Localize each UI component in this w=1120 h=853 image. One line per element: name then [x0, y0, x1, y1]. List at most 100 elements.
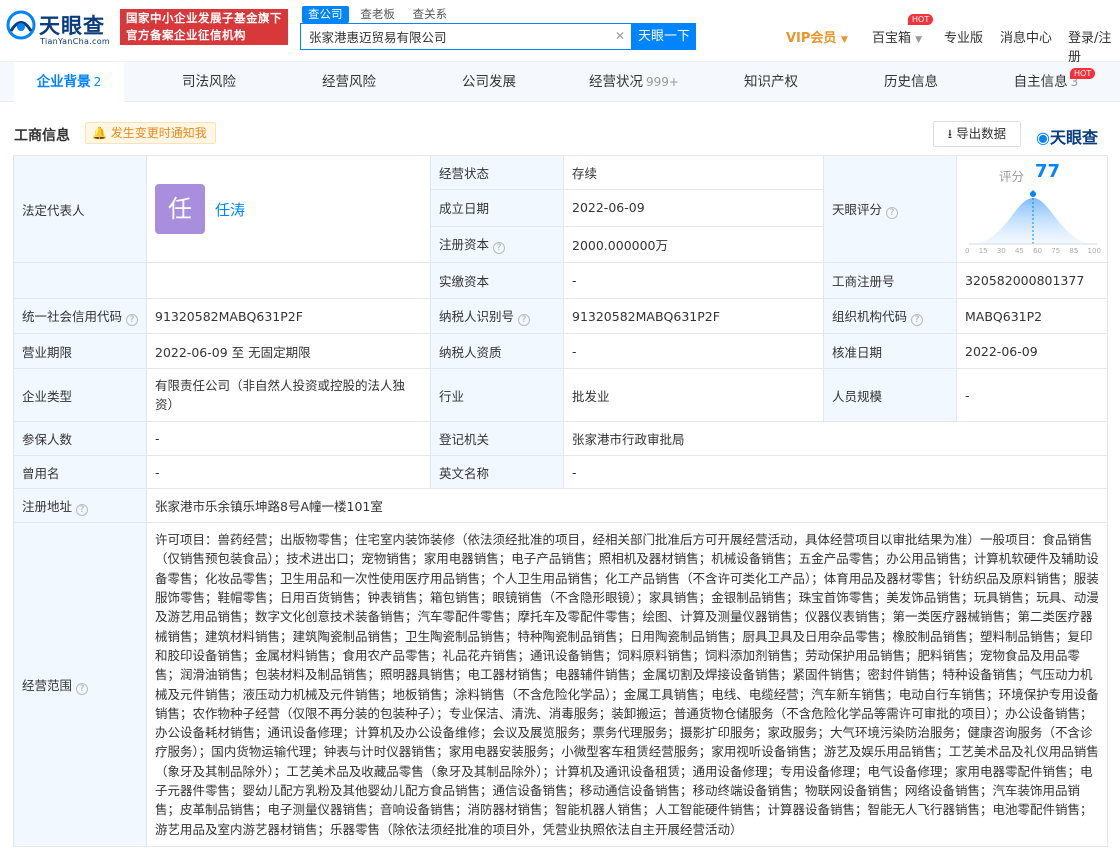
- search-tab-relation[interactable]: 查关系: [407, 6, 454, 23]
- search-tab-boss[interactable]: 查老板: [354, 6, 401, 23]
- help-icon[interactable]: ?: [493, 242, 506, 255]
- eye-icon: ◉: [1036, 128, 1050, 147]
- score-value: 77: [1035, 161, 1061, 182]
- reg-capital-label-cell: 注册资本?: [430, 225, 564, 264]
- table-row: 参保人数 - 登记机关 张家港市行政审批局: [13, 421, 1108, 456]
- credit-code-value: 91320582MABQ631P2F: [146, 298, 431, 334]
- tick-label: 100: [1087, 247, 1101, 255]
- export-data-button[interactable]: ⭳ 导出数据: [933, 121, 1021, 147]
- notify-label: 发生变更时通知我: [110, 126, 207, 140]
- logo-subtext: TianYanCha.com: [40, 37, 110, 46]
- legal-rep-name-link[interactable]: 任涛: [215, 201, 245, 219]
- brand-logo-right: ◉天眼查: [1036, 124, 1098, 148]
- score-bell-curve: [969, 190, 1097, 245]
- tab-operating-status[interactable]: 经营状况 999+: [574, 62, 694, 102]
- clear-icon[interactable]: ✕: [613, 29, 627, 43]
- table-row: 企业类型 有限责任公司（非自然人投资或控股的法人独资） 行业 批发业 人员规模 …: [13, 368, 1108, 422]
- pro-link[interactable]: 专业版: [944, 27, 983, 46]
- term-value: 2022-06-09 至 无固定期限: [146, 333, 431, 369]
- login-link[interactable]: 登录/注册: [1068, 27, 1120, 65]
- tax-id-value: 91320582MABQ631P2F: [563, 298, 824, 334]
- tab-ip[interactable]: 知识产权: [716, 62, 826, 102]
- paid-capital-value: -: [563, 262, 824, 299]
- search-tab-company[interactable]: 查公司: [302, 6, 349, 23]
- bell-icon: 🔔: [92, 126, 107, 140]
- score-label-cell: 天眼评分?: [823, 155, 957, 263]
- address-label: 注册地址: [22, 498, 73, 514]
- tick-label: 0: [965, 247, 970, 255]
- help-icon[interactable]: ?: [76, 682, 89, 695]
- baibox-menu[interactable]: 百宝箱 ▼: [872, 27, 922, 46]
- tab-label: 公司发展: [462, 74, 516, 90]
- brand-text: 天眼查: [1049, 128, 1098, 147]
- caret-down-icon: ▼: [915, 35, 923, 45]
- table-row: 实缴资本 - 工商注册号 320582000801377: [13, 262, 1108, 299]
- address-value: 张家港市乐余镇乐坤路8号A幢一楼101室: [146, 488, 1108, 523]
- tax-id-label: 纳税人识别号: [439, 309, 515, 324]
- credit-code-label: 统一社会信用代码: [22, 309, 123, 324]
- former-name-label: 曾用名: [13, 455, 147, 489]
- search-input[interactable]: [301, 24, 611, 49]
- caret-down-icon: ▼: [840, 35, 848, 45]
- tab-count: 999+: [646, 75, 679, 89]
- top-header: 天眼查 TianYanCha.com 国家中小企业发展子基金旗下 官方备案企业征…: [0, 0, 1120, 65]
- section-tabbar: 企业背景 2 司法风险 经营风险 公司发展 经营状况 999+ 知识产权 历史信息 …: [0, 62, 1120, 102]
- table-row: 曾用名 - 英文名称 -: [13, 455, 1108, 489]
- message-center-link[interactable]: 消息中心: [1000, 27, 1052, 46]
- address-label-cell: 注册地址?: [13, 488, 147, 523]
- org-code-label-cell: 组织机构代码?: [823, 298, 957, 334]
- help-icon[interactable]: ?: [518, 314, 531, 326]
- tab-enterprise-background[interactable]: 企业背景 2: [14, 62, 124, 102]
- vip-menu[interactable]: VIP会员 ▼: [786, 27, 848, 46]
- search-button[interactable]: 天眼一下: [632, 23, 696, 50]
- insured-value: -: [146, 421, 431, 456]
- table-row: 法定代表人 任任涛 经营状态 存续 天眼评分? 评分 77 0 15 30 45…: [13, 154, 1108, 263]
- help-icon[interactable]: ?: [886, 207, 899, 219]
- table-row: 统一社会信用代码? 91320582MABQ631P2F 纳税人识别号? 913…: [13, 298, 1108, 334]
- tab-development[interactable]: 公司发展: [434, 62, 544, 102]
- credit-code-label-cell: 统一社会信用代码?: [13, 298, 147, 334]
- industry-value: 批发业: [563, 368, 824, 422]
- tab-label: 司法风险: [182, 74, 236, 90]
- score-chart-cell[interactable]: 评分 77 0 15 30 45 60 75 85 100: [956, 155, 1108, 263]
- table-row: 注册地址? 张家港市乐余镇乐坤路8号A幢一楼101室: [13, 488, 1108, 523]
- industry-label: 行业: [430, 368, 564, 422]
- baibox-label: 百宝箱: [872, 31, 912, 46]
- type-label: 企业类型: [13, 368, 147, 422]
- scope-label: 经营范围: [22, 677, 73, 693]
- tab-label: 企业背景: [36, 74, 91, 90]
- notify-change-button[interactable]: 🔔 发生变更时通知我: [85, 122, 216, 144]
- avatar[interactable]: 任: [155, 184, 205, 234]
- score-label: 天眼评分: [832, 202, 883, 217]
- gov-badge: 国家中小企业发展子基金旗下 官方备案企业征信机构: [120, 9, 288, 45]
- export-label: 导出数据: [956, 126, 1007, 141]
- tick-label: 30: [996, 247, 1006, 255]
- help-icon[interactable]: ?: [911, 314, 924, 326]
- former-name-value: -: [146, 455, 431, 489]
- insured-label: 参保人数: [13, 421, 147, 456]
- authority-label: 登记机关: [430, 421, 564, 456]
- help-icon[interactable]: ?: [76, 503, 89, 516]
- tab-judicial-risk[interactable]: 司法风险: [154, 62, 264, 102]
- search-box: ✕: [300, 23, 632, 50]
- tab-operating-risk[interactable]: 经营风险: [294, 62, 404, 102]
- tax-id-label-cell: 纳税人识别号?: [430, 298, 564, 334]
- tab-label: 自主信息: [1013, 74, 1068, 90]
- taxpayer-label: 纳税人资质: [430, 333, 564, 369]
- help-icon[interactable]: ?: [126, 314, 139, 326]
- approval-label: 核准日期: [823, 333, 957, 369]
- logo-eye-icon: [6, 10, 36, 40]
- reg-no-value: 320582000801377: [956, 262, 1108, 299]
- vip-label: VIP会员: [786, 31, 837, 46]
- tick-label: 15: [978, 247, 988, 255]
- status-value: 存续: [563, 154, 824, 191]
- authority-value: 张家港市行政审批局: [563, 421, 1108, 456]
- site-logo[interactable]: 天眼查 TianYanCha.com: [6, 8, 114, 48]
- english-name-label: 英文名称: [430, 455, 564, 489]
- established-value: 2022-06-09: [563, 189, 824, 227]
- type-value: 有限责任公司（非自然人投资或控股的法人独资）: [146, 368, 431, 422]
- download-icon: ⭳: [947, 126, 953, 141]
- tick-label: 75: [1051, 247, 1061, 255]
- tick-label: 85: [1069, 247, 1079, 255]
- tab-history[interactable]: 历史信息: [856, 62, 966, 102]
